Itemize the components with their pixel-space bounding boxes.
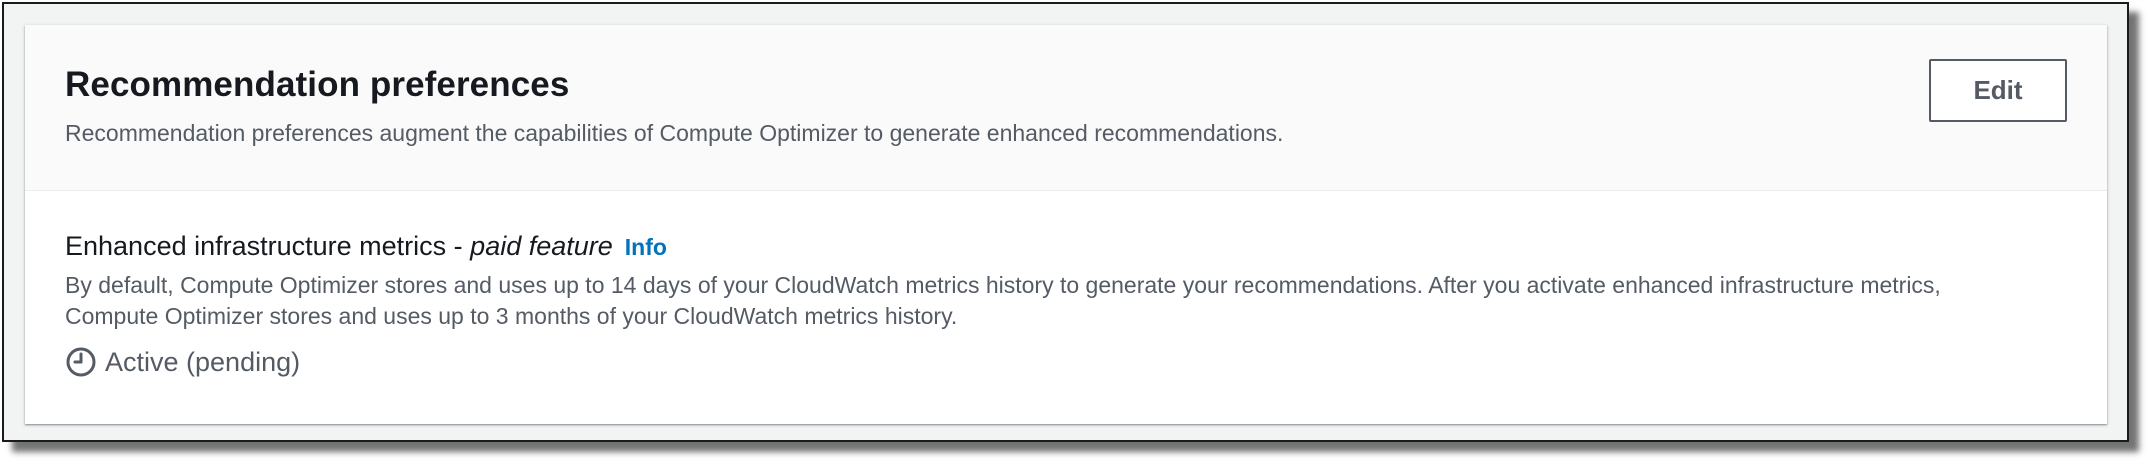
feature-label-text: Enhanced infrastructure metrics - (65, 231, 471, 261)
feature-label: Enhanced infrastructure metrics - paid f… (65, 231, 667, 262)
status-text: Active (pending) (105, 346, 301, 377)
feature-description: By default, Compute Optimizer stores and… (65, 272, 1941, 329)
status-indicator: Active (pending) (65, 345, 300, 379)
screenshot-frame: Recommendation preferences Recommendatio… (2, 2, 2129, 442)
info-link[interactable]: Info (625, 234, 667, 260)
panel-description: Recommendation preferences augment the c… (65, 120, 1284, 146)
panel-header: Recommendation preferences Recommendatio… (25, 25, 2107, 191)
clock-icon (65, 346, 97, 378)
paid-feature-label: paid feature (470, 231, 613, 261)
panel-title: Recommendation preferences (65, 65, 570, 104)
edit-button[interactable]: Edit (1929, 59, 2067, 122)
recommendation-preferences-panel: Recommendation preferences Recommendatio… (25, 25, 2107, 424)
